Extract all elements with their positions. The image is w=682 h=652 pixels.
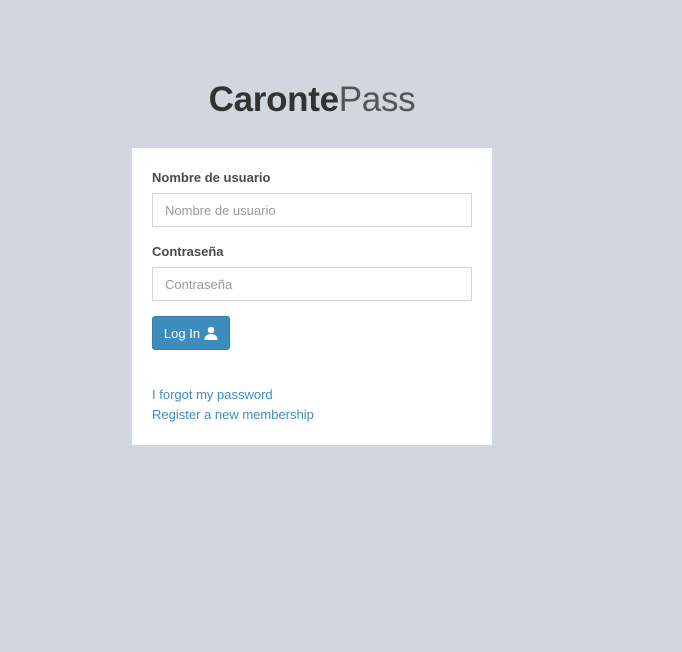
username-label: Nombre de usuario	[152, 170, 271, 185]
login-button[interactable]: Log In	[152, 316, 230, 350]
logo-bold-text: Caronte	[208, 80, 339, 119]
login-box: Nombre de usuario Contraseña Log In I fo…	[132, 148, 492, 445]
forgot-password-link[interactable]: I forgot my password	[152, 387, 273, 402]
password-input[interactable]	[152, 267, 472, 301]
register-link[interactable]: Register a new membership	[152, 407, 314, 422]
login-button-label: Log In	[163, 325, 201, 341]
app-logo: CarontePass	[0, 79, 624, 121]
logo-light-text: Pass	[338, 80, 416, 119]
user-icon	[204, 326, 218, 340]
username-input[interactable]	[152, 193, 472, 227]
password-label: Contraseña	[152, 244, 224, 259]
